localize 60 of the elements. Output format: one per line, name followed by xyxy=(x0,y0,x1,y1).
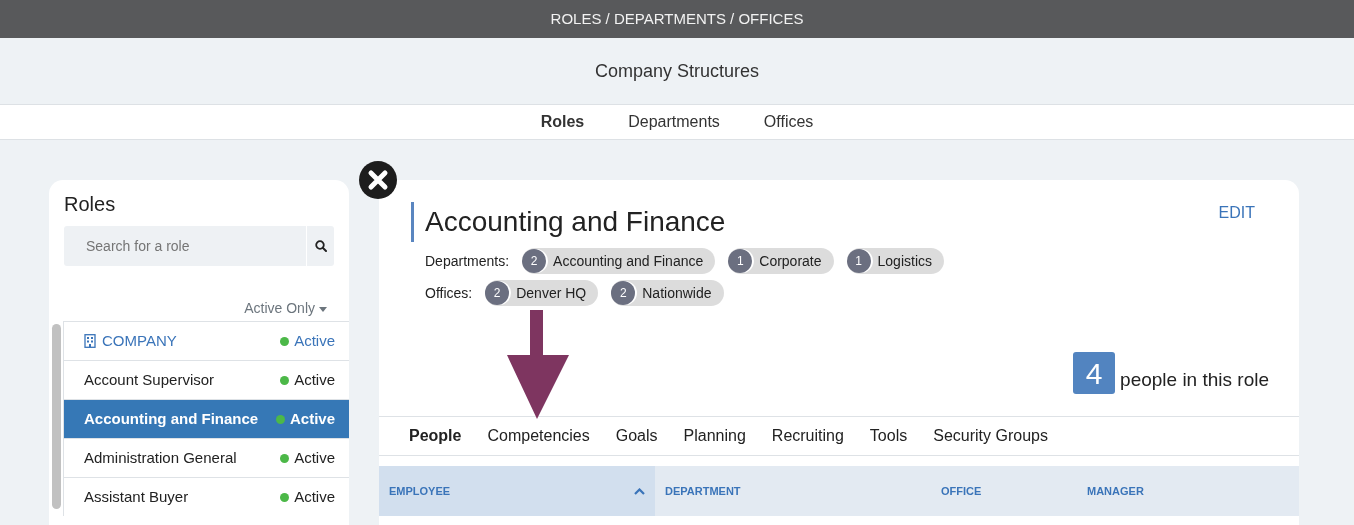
tab[interactable]: Security Groups xyxy=(933,424,1048,448)
field-label: Offices: xyxy=(425,283,473,303)
count-badge: 2 xyxy=(522,249,547,273)
count-badge: 1 xyxy=(846,249,871,273)
search-icon xyxy=(314,240,327,252)
count-badge: 2 xyxy=(485,281,510,305)
status-dot xyxy=(280,492,290,502)
page-title: Company Structures xyxy=(594,59,760,83)
role-name: Accounting and Finance xyxy=(84,408,259,429)
building-icon xyxy=(84,334,96,348)
search-field[interactable]: Search for a role xyxy=(64,226,306,266)
role-list-item[interactable]: Assistant Buyer Active xyxy=(63,477,349,516)
tab[interactable]: Planning xyxy=(683,424,746,448)
role-name: Account Supervisor xyxy=(84,369,215,390)
count-badge: 1 xyxy=(728,249,753,273)
status-dot xyxy=(275,414,285,424)
search-button[interactable] xyxy=(307,226,334,266)
column-header[interactable]: OFFICE xyxy=(931,466,1077,516)
status-label: Active xyxy=(294,369,335,390)
status-label: Active xyxy=(294,330,335,351)
edit-link[interactable]: EDIT xyxy=(1218,201,1255,225)
sort-caret-icon xyxy=(634,487,645,495)
tab[interactable]: Goals xyxy=(615,424,658,448)
role-name: COMPANY xyxy=(102,330,177,351)
tab[interactable]: Recruiting xyxy=(771,424,844,448)
column-header[interactable]: MANAGER xyxy=(1077,466,1299,516)
role-name: Administration General xyxy=(84,447,237,468)
people-count-label: people in this role xyxy=(1120,367,1269,392)
role-list-item[interactable]: Administration General Active xyxy=(63,438,349,477)
role-name: Assistant Buyer xyxy=(84,486,189,507)
scrollbar-thumb[interactable] xyxy=(52,324,61,509)
column-header[interactable]: EMPLOYEE xyxy=(379,466,655,516)
status-dot xyxy=(280,336,290,346)
count-badge: 2 xyxy=(611,281,636,305)
role-list-item[interactable]: COMPANY Active xyxy=(63,321,349,360)
column-header[interactable]: DEPARTMENT xyxy=(655,466,931,516)
tab[interactable]: Departments xyxy=(628,110,720,134)
tag-pill[interactable]: 2 Denver HQ xyxy=(485,280,599,306)
tab[interactable]: Competencies xyxy=(487,424,590,448)
status-label: Active xyxy=(289,408,335,429)
sidebar-title: Roles xyxy=(63,192,117,216)
caret-icon xyxy=(319,306,327,312)
tab[interactable]: Tools xyxy=(869,424,908,448)
status-label: Active xyxy=(294,486,335,507)
top-bar-title: ROLES / DEPARTMENTS / OFFICES xyxy=(0,0,1354,38)
status-label: Active xyxy=(294,447,335,468)
tab[interactable]: Offices xyxy=(763,110,814,134)
role-list-item[interactable]: Accounting and Finance Active xyxy=(63,399,349,438)
close-icon[interactable] xyxy=(358,160,398,200)
filter-dropdown[interactable]: Active Only xyxy=(244,298,349,319)
tag-pill[interactable]: 2 Accounting and Finance xyxy=(522,248,716,274)
tag-pill[interactable]: 2 Nationwide xyxy=(611,280,724,306)
status-dot xyxy=(280,453,290,463)
tab[interactable]: People xyxy=(409,424,462,448)
status-dot xyxy=(280,375,290,385)
tag-pill[interactable]: 1 Logistics xyxy=(846,248,944,274)
people-count: 4 xyxy=(1073,352,1116,394)
tag-pill[interactable]: 1 Corporate xyxy=(728,248,834,274)
field-label: Departments: xyxy=(425,251,510,271)
tab[interactable]: Roles xyxy=(540,110,585,134)
